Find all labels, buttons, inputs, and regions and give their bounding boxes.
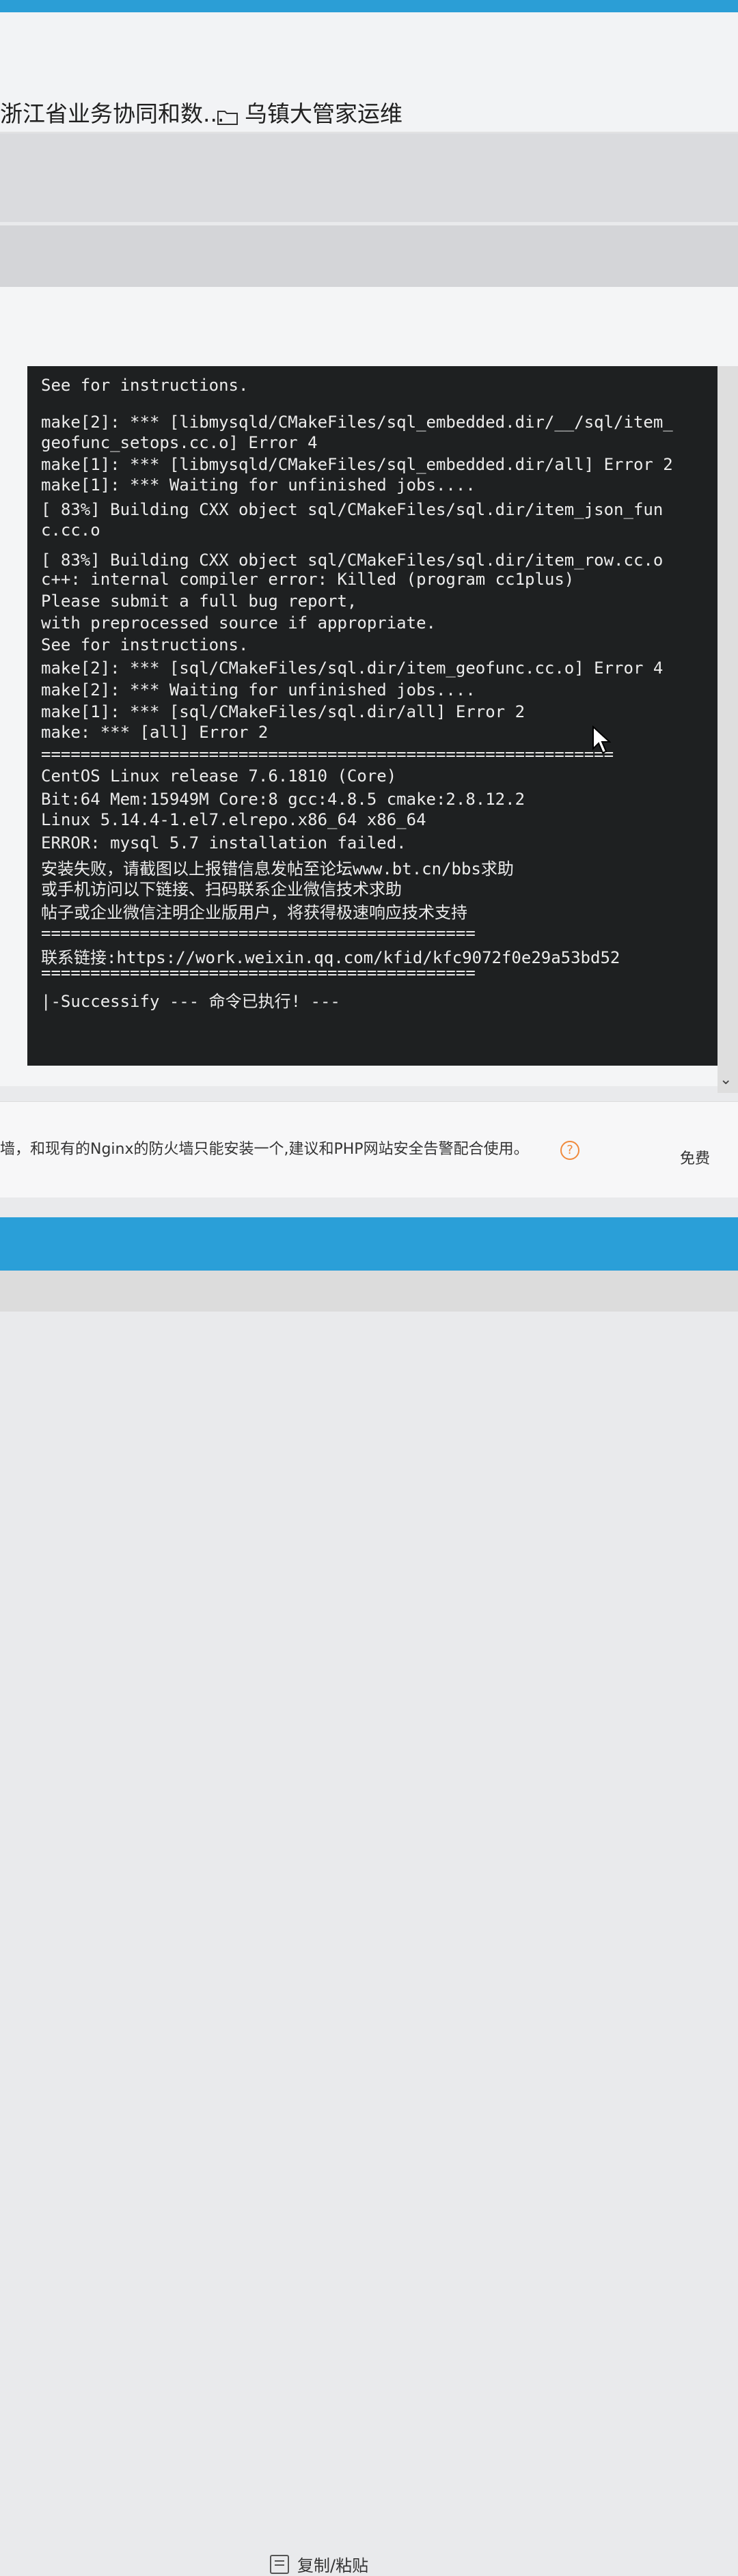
terminal-line: 或手机访问以下链接、扫码联系企业微信技术求助 — [41, 880, 402, 899]
terminal-scrollbar[interactable] — [718, 366, 738, 1093]
terminal-line: CentOS Linux release 7.6.1810 (Core) — [41, 766, 397, 786]
terminal-line: make[2]: *** Waiting for unfinished jobs… — [41, 680, 476, 700]
copy-paste-label: 复制/粘贴 — [297, 2556, 369, 2575]
terminal-line: with preprocessed source if appropriate. — [41, 613, 436, 633]
plugin-description: 墙，和现有的Nginx的防火墙只能安装一个,建议和PHP网站安全告警配合使用。 — [0, 1141, 529, 1158]
bottom-toolbar — [0, 1217, 738, 1271]
terminal-line: c.cc.o — [41, 521, 100, 540]
chevron-down-icon[interactable]: ⌄ — [720, 1071, 732, 1088]
mouse-cursor-icon — [592, 725, 611, 754]
terminal-line: make[1]: *** [libmysqld/CMakeFiles/sql_e… — [41, 455, 673, 474]
terminal-line: c++: internal compiler error: Killed (pr… — [41, 570, 575, 589]
bookmark-label: 浙江省业务协同和数... — [0, 100, 225, 127]
help-icon[interactable]: ? — [560, 1141, 579, 1160]
terminal-line: make[2]: *** [sql/CMakeFiles/sql.dir/ite… — [41, 659, 664, 678]
browser-top-bar — [0, 0, 738, 12]
bookmarks-bar: 浙江省业务协同和数... 乌镇大管家运维 — [0, 12, 738, 133]
terminal-line: Linux 5.14.4-1.el7.elrepo.x86_64 x86_64 — [41, 810, 426, 829]
terminal-output[interactable]: See for instructions. make[2]: *** [libmy… — [27, 366, 718, 1066]
terminal-line: [ 83%] Building CXX object sql/CMakeFile… — [41, 500, 664, 519]
bookmark-wuzhen-folder[interactable]: 乌镇大管家运维 — [217, 96, 402, 128]
terminal-line: |-Successify --- 命令已执行! --- — [41, 992, 340, 1011]
terminal-line: geofunc_setops.cc.o] Error 4 — [41, 433, 318, 452]
terminal-line: make: *** [all] Error 2 — [41, 723, 269, 742]
terminal-line: ========================================… — [41, 924, 476, 943]
terminal-line: 帖子或企业微信注明企业版用户，将获得极速响应技术支持 — [41, 903, 467, 922]
terminal-line: make[1]: *** [sql/CMakeFiles/sql.dir/all… — [41, 702, 525, 721]
bookmark-zhejiang[interactable]: 浙江省业务协同和数... — [0, 96, 224, 128]
footer-bar: 复制/粘贴 — [0, 1271, 738, 2575]
plugin-price: 免费 — [680, 1150, 711, 1167]
terminal-line: Bit:64 Mem:15949M Core:8 gcc:4.8.5 cmake… — [41, 790, 525, 809]
terminal-line: ========================================… — [41, 963, 476, 982]
terminal-line: ERROR: mysql 5.7 installation failed. — [41, 833, 407, 853]
bookmark-label: 乌镇大管家运维 — [245, 100, 402, 127]
page-subheader-area — [0, 225, 738, 287]
folder-icon — [217, 104, 238, 125]
terminal-line: See for instructions. — [41, 635, 249, 654]
terminal-line: See for instructions. — [41, 376, 249, 395]
terminal-line: ========================================… — [41, 745, 614, 764]
terminal-line: [ 83%] Building CXX object sql/CMakeFile… — [41, 551, 664, 570]
copy-paste-button[interactable]: 复制/粘贴 — [270, 2552, 368, 2576]
terminal-line: make[2]: *** [libmysqld/CMakeFiles/sql_e… — [41, 413, 673, 432]
clipboard-icon — [270, 2554, 289, 2574]
terminal-line: make[1]: *** Waiting for unfinished jobs… — [41, 475, 476, 495]
page-header-area — [0, 133, 738, 222]
terminal-line: Please submit a full bug report, — [41, 592, 357, 611]
